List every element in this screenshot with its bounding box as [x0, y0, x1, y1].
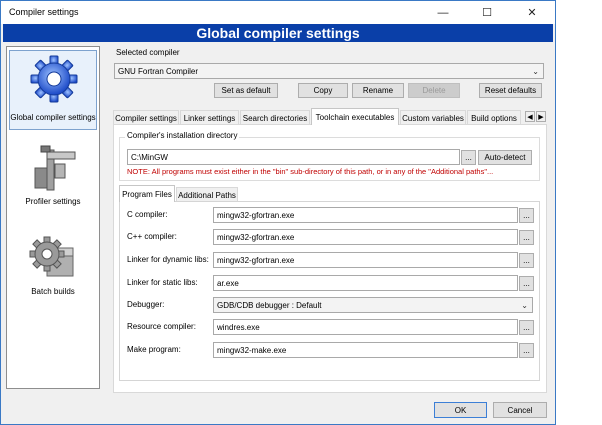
static-linker-value: ar.exe	[217, 278, 239, 288]
resource-compiler-value: windres.exe	[217, 322, 260, 332]
ok-button[interactable]: OK	[434, 402, 487, 418]
tab-additional-paths[interactable]: Additional Paths	[176, 187, 238, 202]
auto-detect-button[interactable]: Auto-detect	[478, 150, 532, 165]
tab-toolchain-executables[interactable]: Toolchain executables	[311, 108, 399, 125]
resource-compiler-label: Resource compiler:	[127, 322, 196, 331]
cpp-compiler-input[interactable]: mingw32-gfortran.exe	[213, 229, 518, 245]
tab-custom-variables[interactable]: Custom variables	[400, 110, 466, 125]
static-linker-browse-button[interactable]: ...	[519, 276, 534, 291]
nav-item-batch-builds[interactable]: Batch builds	[9, 229, 97, 309]
close-icon[interactable]: ✕	[510, 1, 554, 24]
tab-linker-settings[interactable]: Linker settings	[180, 110, 239, 125]
make-program-value: mingw32-make.exe	[217, 345, 287, 355]
compiler-settings-window: Compiler settings — ☐ ✕ Global compiler …	[0, 0, 556, 425]
debugger-label: Debugger:	[127, 300, 165, 309]
cpp-compiler-browse-button[interactable]: ...	[519, 230, 534, 245]
install-dir-value: C:\MinGW	[131, 152, 168, 162]
make-program-input[interactable]: mingw32-make.exe	[213, 342, 518, 358]
caliper-icon	[34, 145, 76, 191]
tab-search-directories[interactable]: Search directories	[240, 110, 310, 125]
make-program-label: Make program:	[127, 345, 181, 354]
static-linker-label: Linker for static libs:	[127, 278, 198, 287]
nav-item-label: Batch builds	[31, 287, 75, 296]
debugger-select[interactable]: GDB/CDB debugger : Default ⌄	[213, 297, 533, 313]
resource-compiler-input[interactable]: windres.exe	[213, 319, 518, 335]
c-compiler-label: C compiler:	[127, 210, 168, 219]
install-dir-input[interactable]: C:\MinGW	[127, 149, 460, 165]
title-bar: Compiler settings — ☐ ✕	[1, 1, 555, 24]
dynamic-linker-browse-button[interactable]: ...	[519, 253, 534, 268]
chevron-down-icon: ⌄	[521, 301, 528, 310]
cpp-compiler-value: mingw32-gfortran.exe	[217, 232, 295, 242]
nav-item-global-compiler-settings[interactable]: Global compiler settings	[9, 50, 97, 130]
c-compiler-value: mingw32-gfortran.exe	[217, 210, 295, 220]
nav-item-label: Global compiler settings	[10, 113, 96, 122]
gear-icon	[30, 55, 78, 103]
minimize-icon[interactable]: —	[421, 1, 465, 24]
window-title: Compiler settings	[9, 7, 79, 17]
chevron-down-icon: ⌄	[532, 67, 539, 76]
reset-defaults-button[interactable]: Reset defaults	[479, 83, 542, 98]
tab-scroll-right-icon[interactable]: ▶	[536, 111, 546, 122]
install-dir-note: NOTE: All programs must exist either in …	[127, 167, 494, 176]
debugger-value: GDB/CDB debugger : Default	[217, 300, 322, 310]
delete-button[interactable]: Delete	[408, 83, 460, 98]
copy-button[interactable]: Copy	[298, 83, 348, 98]
settings-category-list: Global compiler settings Profiler settin…	[6, 46, 100, 389]
tab-program-files[interactable]: Program Files	[119, 185, 175, 202]
install-dir-browse-button[interactable]: ...	[461, 150, 476, 165]
make-program-browse-button[interactable]: ...	[519, 343, 534, 358]
dynamic-linker-label: Linker for dynamic libs:	[127, 255, 209, 264]
selected-compiler-value: GNU Fortran Compiler	[118, 66, 199, 76]
tab-compiler-settings[interactable]: Compiler settings	[113, 110, 179, 125]
batch-gear-icon	[29, 236, 74, 277]
maximize-icon[interactable]: ☐	[465, 1, 509, 24]
tab-scroll-left-icon[interactable]: ◀	[525, 111, 535, 122]
resource-compiler-browse-button[interactable]: ...	[519, 320, 534, 335]
selected-compiler-label: Selected compiler	[116, 48, 180, 57]
nav-item-label: Profiler settings	[25, 197, 81, 206]
nav-item-profiler-settings[interactable]: Profiler settings	[9, 139, 97, 219]
dynamic-linker-value: mingw32-gfortran.exe	[217, 255, 295, 265]
rename-button[interactable]: Rename	[352, 83, 404, 98]
set-as-default-button[interactable]: Set as default	[214, 83, 278, 98]
install-dir-group-label: Compiler's installation directory	[125, 131, 240, 140]
static-linker-input[interactable]: ar.exe	[213, 275, 518, 291]
tab-build-options[interactable]: Build options	[467, 110, 521, 125]
c-compiler-browse-button[interactable]: ...	[519, 208, 534, 223]
page-banner: Global compiler settings	[3, 24, 553, 42]
banner-title: Global compiler settings	[196, 25, 360, 41]
cpp-compiler-label: C++ compiler:	[127, 232, 177, 241]
c-compiler-input[interactable]: mingw32-gfortran.exe	[213, 207, 518, 223]
dynamic-linker-input[interactable]: mingw32-gfortran.exe	[213, 252, 518, 268]
selected-compiler-select[interactable]: GNU Fortran Compiler ⌄	[114, 63, 544, 79]
cancel-button[interactable]: Cancel	[493, 402, 547, 418]
